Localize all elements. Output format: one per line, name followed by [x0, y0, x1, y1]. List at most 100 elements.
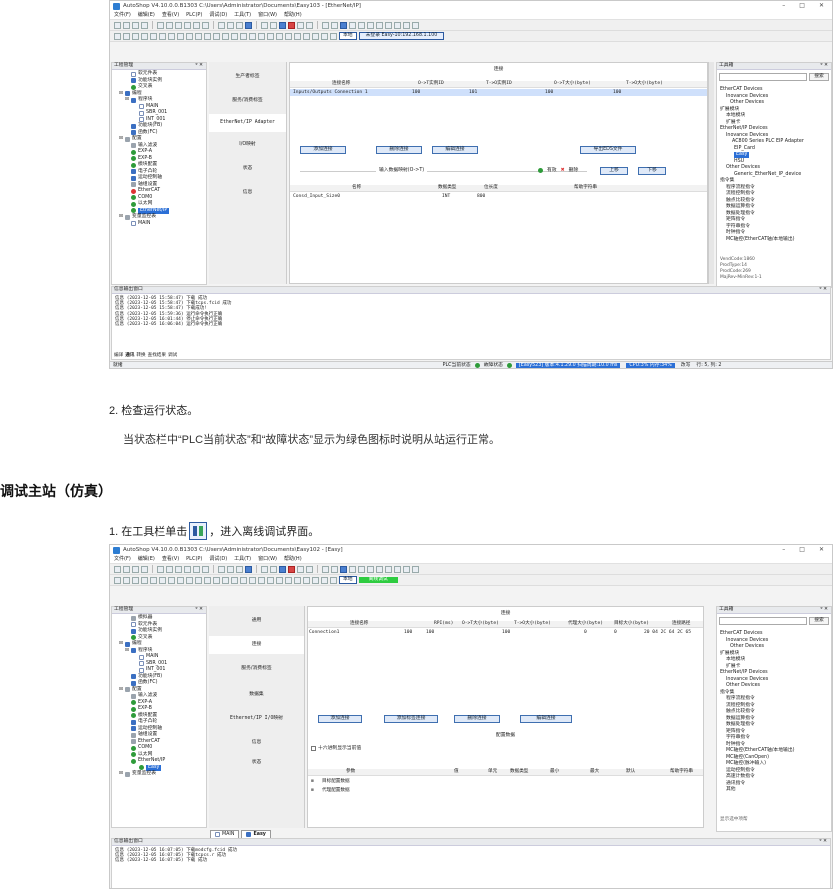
close-icon[interactable]: ✕: [819, 546, 824, 554]
collapse-icon[interactable]: ⊟: [119, 136, 123, 142]
nav-io-mapping[interactable]: I/O映射: [209, 142, 286, 148]
pin-icon[interactable]: ᵠ ✕: [195, 63, 206, 69]
menu-tools[interactable]: 工具(T): [234, 12, 251, 19]
monitor-icon[interactable]: [297, 21, 304, 29]
nav-status[interactable]: 状态: [209, 166, 286, 172]
print-icon[interactable]: [141, 21, 148, 29]
upload-icon[interactable]: [261, 21, 268, 29]
collapse-icon[interactable]: ⊟: [119, 91, 123, 97]
ladder-icon-24[interactable]: [321, 32, 328, 40]
tool-icon-5[interactable]: [385, 21, 392, 29]
table-row[interactable]: Connection1 100 100 100 0 0 20 04 2C 64 …: [308, 629, 703, 636]
nav-general[interactable]: 通用: [209, 618, 304, 624]
table-row[interactable]: Consd_Input_Size0 INT 800: [290, 193, 707, 200]
redo-icon[interactable]: [193, 21, 200, 29]
ladder-icon-22[interactable]: [303, 32, 310, 40]
table-row[interactable]: Inputs/Outputs Connection 1 100 101 100 …: [290, 89, 707, 96]
ladder-icon-22[interactable]: [303, 576, 310, 584]
menu-help[interactable]: 帮助(H): [284, 12, 302, 19]
ladder-icon-8[interactable]: [177, 32, 184, 40]
menu-plc[interactable]: PLC(P): [186, 556, 202, 563]
delete-connection-button[interactable]: 删除连接: [454, 715, 500, 723]
compile-icon[interactable]: [236, 565, 243, 573]
maximize-icon[interactable]: □: [799, 546, 805, 554]
ladder-icon-23[interactable]: [312, 32, 319, 40]
ladder-icon-7[interactable]: [168, 576, 175, 584]
ladder-icon-15[interactable]: [240, 32, 247, 40]
tool-icon-8[interactable]: [412, 21, 419, 29]
collapse-icon[interactable]: ⊟: [119, 687, 123, 693]
add-connection-button[interactable]: 添加连接: [300, 146, 346, 154]
ladder-icon-3[interactable]: [132, 32, 139, 40]
tool-icon-8[interactable]: [412, 565, 419, 573]
ladder-icon-10[interactable]: [195, 32, 202, 40]
local-badge[interactable]: 本地: [339, 32, 357, 40]
tool-icon-5[interactable]: [385, 565, 392, 573]
tool-icon-4[interactable]: [376, 21, 383, 29]
menu-tools[interactable]: 工具(T): [234, 556, 251, 563]
nav-service-tags[interactable]: 服务/消费标签: [209, 98, 286, 104]
ladder-icon-3[interactable]: [132, 576, 139, 584]
ladder-icon-21[interactable]: [294, 576, 301, 584]
toolbox-search-input[interactable]: [719, 617, 807, 625]
download-icon[interactable]: [270, 21, 277, 29]
nav-adapter[interactable]: EtherNet/IP Adapter: [209, 114, 286, 132]
collapse-icon[interactable]: ⊟: [125, 97, 129, 103]
nav-info[interactable]: 信息: [209, 740, 304, 746]
save-icon[interactable]: [132, 565, 139, 573]
open-icon[interactable]: [123, 565, 130, 573]
menu-edit[interactable]: 编辑(E): [138, 556, 155, 563]
move-up-button[interactable]: 上移: [600, 167, 628, 175]
tool-icon-6[interactable]: [394, 21, 401, 29]
tab-comm[interactable]: 通讯: [125, 353, 134, 358]
download-icon[interactable]: [270, 565, 277, 573]
ladder-icon-18[interactable]: [267, 576, 274, 584]
edit-connection-button[interactable]: 编辑连接: [520, 715, 572, 723]
undo-icon[interactable]: [184, 565, 191, 573]
minimize-icon[interactable]: –: [782, 546, 785, 554]
nav-status[interactable]: 状态: [209, 760, 304, 766]
expand-icon[interactable]: ⊞: [311, 779, 314, 784]
compile-all-icon[interactable]: [245, 565, 252, 573]
collapse-icon[interactable]: ⊟: [119, 641, 123, 647]
tool-icon-6[interactable]: [394, 565, 401, 573]
hex-display-checkbox[interactable]: 十六进制显示当前值: [311, 746, 361, 752]
ladder-icon-4[interactable]: [141, 32, 148, 40]
ladder-icon-12[interactable]: [213, 576, 220, 584]
toolbox-item[interactable]: 其他: [720, 787, 827, 794]
open-icon[interactable]: [123, 21, 130, 29]
stop-icon[interactable]: [288, 21, 295, 29]
copy-icon[interactable]: [166, 565, 173, 573]
upload-icon[interactable]: [261, 565, 268, 573]
menu-file[interactable]: 文件(F): [114, 556, 131, 563]
compile-all-icon[interactable]: [245, 21, 252, 29]
ladder-icon-13[interactable]: [222, 32, 229, 40]
pin-icon[interactable]: ᵠ ✕: [819, 287, 830, 293]
tool-icon-3[interactable]: [367, 565, 374, 573]
tool-icon-2[interactable]: [358, 21, 365, 29]
ladder-icon-9[interactable]: [186, 32, 193, 40]
tab-convert[interactable]: 转换: [136, 353, 145, 358]
tab-find[interactable]: 查找结果: [148, 353, 166, 358]
ladder-icon-2[interactable]: [123, 32, 130, 40]
menu-view[interactable]: 查看(V): [162, 556, 179, 563]
connection-badge[interactable]: 未登录 Easy-10:192.168.1.100: [358, 32, 445, 40]
toolbox-search-button[interactable]: 搜索: [809, 617, 829, 625]
collapse-icon[interactable]: ⊟: [125, 648, 129, 654]
run-icon[interactable]: [279, 565, 286, 573]
save-icon[interactable]: [132, 21, 139, 29]
replace-icon[interactable]: [227, 21, 234, 29]
find-icon[interactable]: [218, 21, 225, 29]
pin-icon[interactable]: ᵠ ✕: [819, 839, 830, 845]
toolbox-search-input[interactable]: [719, 73, 807, 81]
ladder-icon-20[interactable]: [285, 576, 292, 584]
tool-icon-4[interactable]: [376, 565, 383, 573]
menu-window[interactable]: 窗口(W): [258, 556, 277, 563]
find-icon[interactable]: [218, 565, 225, 573]
ladder-icon-10[interactable]: [195, 576, 202, 584]
ladder-icon-25[interactable]: [330, 32, 337, 40]
add-connection-button[interactable]: 添加连接: [318, 715, 362, 723]
ladder-icon-24[interactable]: [321, 576, 328, 584]
ladder-icon-11[interactable]: [204, 576, 211, 584]
ladder-icon-20[interactable]: [285, 32, 292, 40]
